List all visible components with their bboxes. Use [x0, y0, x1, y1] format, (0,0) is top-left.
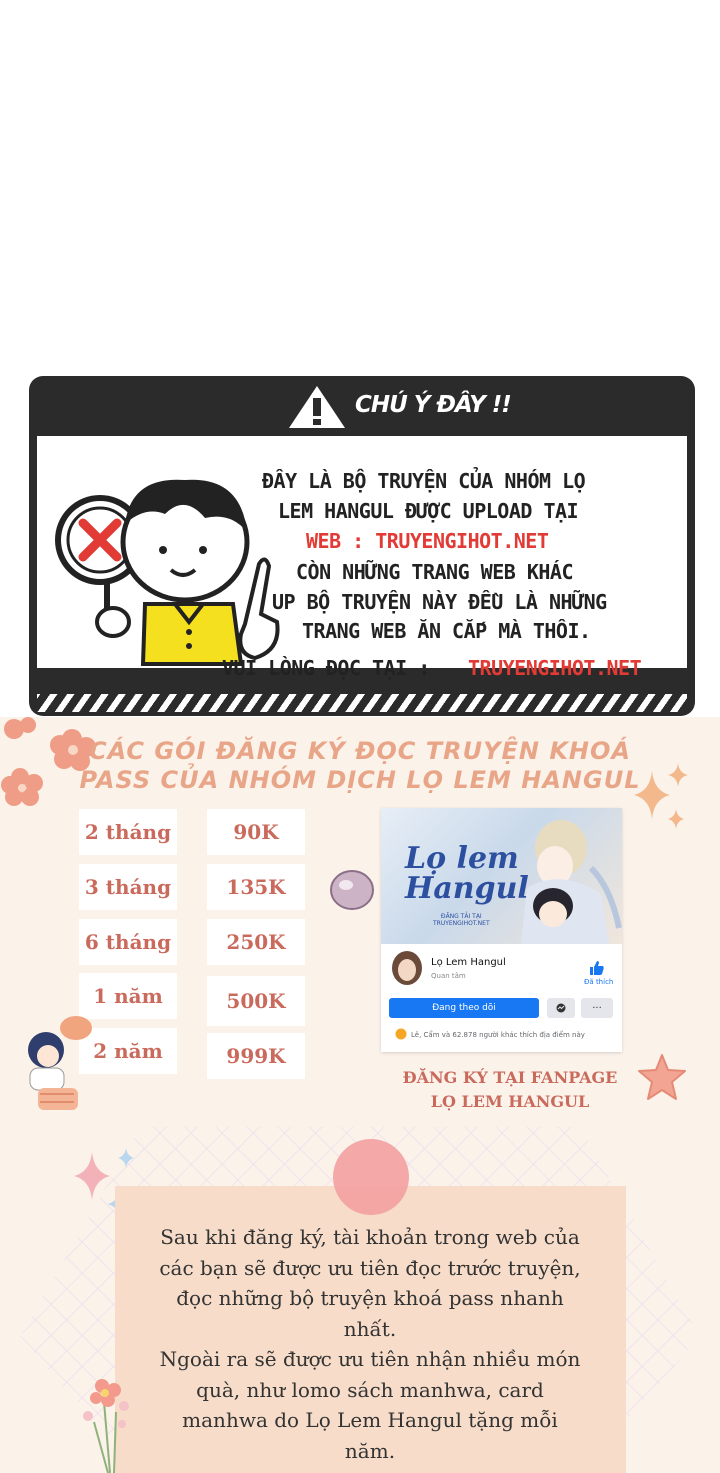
warning-line-1: ĐÂY LÀ BỘ TRUYỆN CỦA NHÓM LỌ — [262, 469, 586, 493]
messenger-button[interactable] — [547, 998, 575, 1018]
sparkle-icon — [634, 763, 688, 829]
following-button[interactable]: Đang theo dõi — [389, 998, 539, 1018]
warning-header: CHÚ Ý ĐÂY !! — [29, 376, 695, 436]
fanpage-logo-sub-line-1: ĐĂNG TẢI TẠI — [440, 913, 482, 920]
plan-duration-cell: 3 tháng — [79, 864, 177, 910]
fanpage-logo: Lọ lem Hangul — [405, 844, 529, 904]
info-line: các bạn sẽ được ưu tiên đọc trước truyện… — [159, 1255, 581, 1280]
page-name[interactable]: Lọ Lem Hangul — [431, 957, 506, 968]
fanpage-logo-line-2: Hangul — [405, 871, 529, 906]
info-line: đọc những bộ truyện khoá pass nhanh — [176, 1286, 564, 1310]
warning-line-4: CÒN NHỮNG TRANG WEB KHÁC — [296, 560, 573, 584]
messenger-icon — [556, 1003, 566, 1013]
info-line: Sau khi đăng ký, tài khoản trong web của — [160, 1225, 580, 1249]
plan-price-cell: 250K — [207, 919, 305, 965]
plan-price-cell: 90K — [207, 809, 305, 855]
kid-holding-x-sign-illustration — [55, 479, 280, 666]
read-at-site-link[interactable]: TRUYENGIHOT.NET — [468, 656, 642, 680]
fanpage-card[interactable]: Lọ lem Hangul ĐĂNG TẢI TẠI TRUYENGIHOT.N… — [381, 808, 622, 1052]
warning-line-3: WEB : TRUYENGIHOT.NET — [306, 529, 549, 553]
warning-line-6: TRANG WEB ĂN CẮP MÀ THÔI. — [302, 619, 591, 643]
following-label: Đang theo dõi — [432, 1003, 496, 1013]
read-at-label: VUI LÒNG ĐỌC TẠI : — [222, 656, 430, 680]
pearl-decoration-icon — [330, 870, 374, 910]
liked-label: Đã thích — [584, 978, 614, 986]
warning-title: CHÚ Ý ĐÂY !! — [355, 392, 512, 418]
thumbs-up-icon[interactable] — [589, 960, 605, 976]
fanpage-logo-line-1: Lọ lem — [405, 841, 519, 876]
warning-triangle-icon — [289, 386, 345, 428]
plan-price-cell: 135K — [207, 864, 305, 910]
fanpage-caption-line-1: ĐĂNG KÝ TẠI FANPAGE — [402, 1068, 618, 1087]
info-line: năm. — [344, 1438, 396, 1463]
info-line: manhwa do Lọ Lem Hangul tặng mỗi — [182, 1408, 558, 1432]
page-avatar — [392, 951, 422, 985]
girl-with-pets-illustration — [28, 1016, 92, 1110]
pink-circle-decoration — [333, 1139, 409, 1215]
fanpage-caption-line-2: LỌ LEM HANGUL — [430, 1092, 590, 1111]
warning-line-5: UP BỘ TRUYỆN NÀY ĐỀU LÀ NHỮNG — [272, 590, 607, 614]
promo-title-line-2: PASS CỦA NHÓM DỊCH LỌ LEM HANGUL — [79, 766, 641, 794]
more-button[interactable]: ··· — [581, 998, 613, 1018]
page-meta: Quan tâm — [431, 972, 466, 980]
warning-stripe-border — [37, 694, 687, 712]
reaction-icon — [395, 1028, 407, 1040]
info-line: quà, như lomo sách manhwa, card — [196, 1377, 544, 1402]
plan-price-cell: 999K — [207, 1033, 305, 1079]
plan-duration-cell: 6 tháng — [79, 919, 177, 965]
info-line: nhất. — [343, 1316, 397, 1341]
star-icon — [638, 1054, 686, 1100]
fanpage-cover-image: Lọ lem Hangul ĐĂNG TẢI TẠI TRUYENGIHOT.N… — [381, 808, 622, 944]
flower-bouquet-decoration — [83, 1379, 129, 1473]
fanpage-logo-sub-line-2: TRUYENGIHOT.NET — [433, 920, 490, 927]
promo-title-line-1: CÁC GÓI ĐĂNG KÝ ĐỌC TRUYỆN KHOÁ — [88, 737, 631, 765]
plan-price-cell: 500K — [207, 976, 305, 1026]
warning-line-2: LEM HANGUL ĐƯỢC UPLOAD TẠI — [278, 499, 579, 523]
info-line: Ngoài ra sẽ được ưu tiên nhận nhiều món — [159, 1347, 581, 1371]
plan-duration-cell: 2 tháng — [79, 809, 177, 855]
fanpage-logo-sub: ĐĂNG TẢI TẠI TRUYENGIHOT.NET — [433, 913, 490, 927]
info-text: Sau khi đăng ký, tài khoản trong web của… — [120, 1222, 620, 1466]
likes-count-text: Lê, Cẩm và 62.878 người khác thích địa đ… — [411, 1031, 585, 1039]
